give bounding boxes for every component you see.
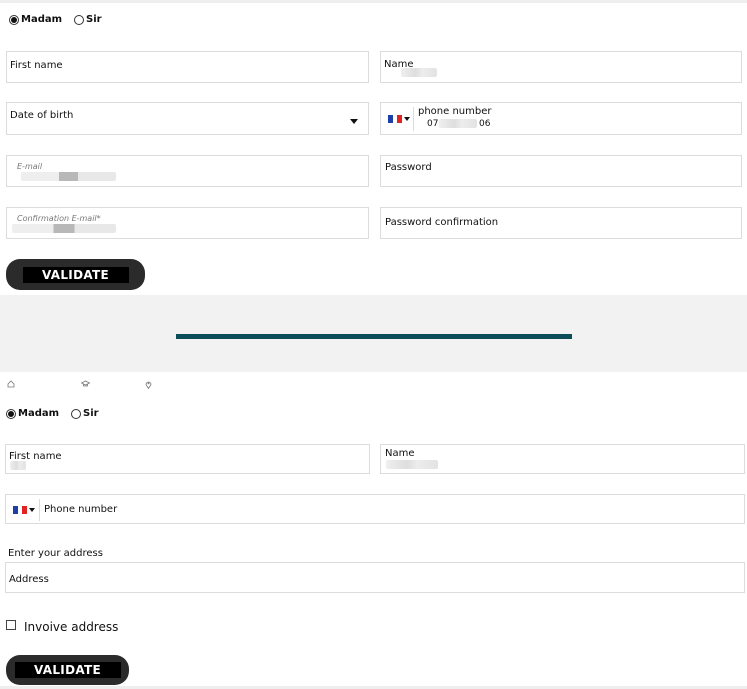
- phone-label: phone number: [418, 106, 492, 117]
- phone-prefix: 07: [427, 119, 439, 129]
- password-label: Password: [385, 162, 432, 173]
- date-of-birth-select[interactable]: Date of birth: [6, 102, 369, 135]
- address-label: Address: [9, 574, 49, 585]
- first-name-field[interactable]: First name: [6, 51, 369, 83]
- chevron-down-icon: [29, 508, 35, 512]
- first-name-field-2[interactable]: First name: [5, 444, 370, 474]
- phone-middle-redacted: [439, 119, 477, 128]
- confirm-email-field[interactable]: Confirmation E-mail*: [6, 207, 369, 239]
- france-flag-icon-2[interactable]: [13, 506, 28, 514]
- email-field[interactable]: E-mail: [6, 155, 369, 187]
- password-field[interactable]: Password: [380, 155, 742, 187]
- sir-radio-2[interactable]: [71, 408, 82, 419]
- name-value-redacted-2: [386, 460, 438, 469]
- phone-separator-2: [39, 499, 40, 521]
- first-name-label: First name: [10, 60, 63, 71]
- madam-label: Madam: [21, 14, 63, 25]
- gender-radio-group: Madam Sir: [9, 14, 114, 25]
- location-pin-icon: [145, 380, 152, 391]
- confirm-email-label: Confirmation E-mail*: [17, 214, 101, 223]
- password-confirmation-label: Password confirmation: [385, 217, 499, 228]
- phone-suffix: 06: [479, 119, 491, 129]
- invoice-address-label: Invoive address: [24, 620, 119, 634]
- madam-radio[interactable]: [9, 14, 19, 25]
- invoice-address-checkbox[interactable]: [6, 620, 16, 630]
- madam-label-2: Madam: [18, 408, 60, 419]
- address-heading: Enter your address: [8, 548, 103, 559]
- name-field-2[interactable]: Name: [380, 444, 745, 474]
- validate-label-2: VALIDATE: [14, 662, 121, 678]
- sir-label-2: Sir: [83, 408, 99, 419]
- name-label-2: Name: [385, 448, 415, 459]
- home-icon: [7, 380, 15, 390]
- email-value-redacted: [21, 172, 116, 181]
- madam-radio-2[interactable]: [6, 408, 16, 419]
- phone-field-2[interactable]: Phone number: [5, 494, 745, 524]
- chevron-down-icon: [350, 119, 358, 124]
- section-divider-line: [176, 334, 572, 339]
- email-label: E-mail: [17, 162, 43, 171]
- validate-button-2[interactable]: VALIDATE: [6, 655, 129, 685]
- validate-button[interactable]: VALIDATE: [6, 259, 145, 290]
- chevron-down-icon: [404, 117, 410, 121]
- date-of-birth-label: Date of birth: [10, 110, 74, 121]
- phone-field[interactable]: phone number 07 06: [380, 102, 742, 135]
- phone-separator: [413, 107, 414, 131]
- sir-radio[interactable]: [74, 14, 85, 25]
- validate-label: VALIDATE: [22, 266, 129, 283]
- first-name-value-redacted: [10, 461, 26, 470]
- top-divider: [0, 0, 747, 3]
- password-confirmation-field[interactable]: Password confirmation: [380, 207, 742, 239]
- confirm-email-value-redacted: [12, 224, 116, 233]
- france-flag-icon[interactable]: [388, 115, 403, 123]
- gender-radio-group-2: Madam Sir: [6, 408, 111, 419]
- address-field[interactable]: Address: [5, 562, 745, 593]
- name-field[interactable]: Name: [380, 51, 742, 83]
- phone-label-2: Phone number: [44, 504, 118, 515]
- graduation-cap-icon: [80, 380, 91, 390]
- sir-label: Sir: [86, 14, 102, 25]
- name-value-redacted: [401, 68, 437, 77]
